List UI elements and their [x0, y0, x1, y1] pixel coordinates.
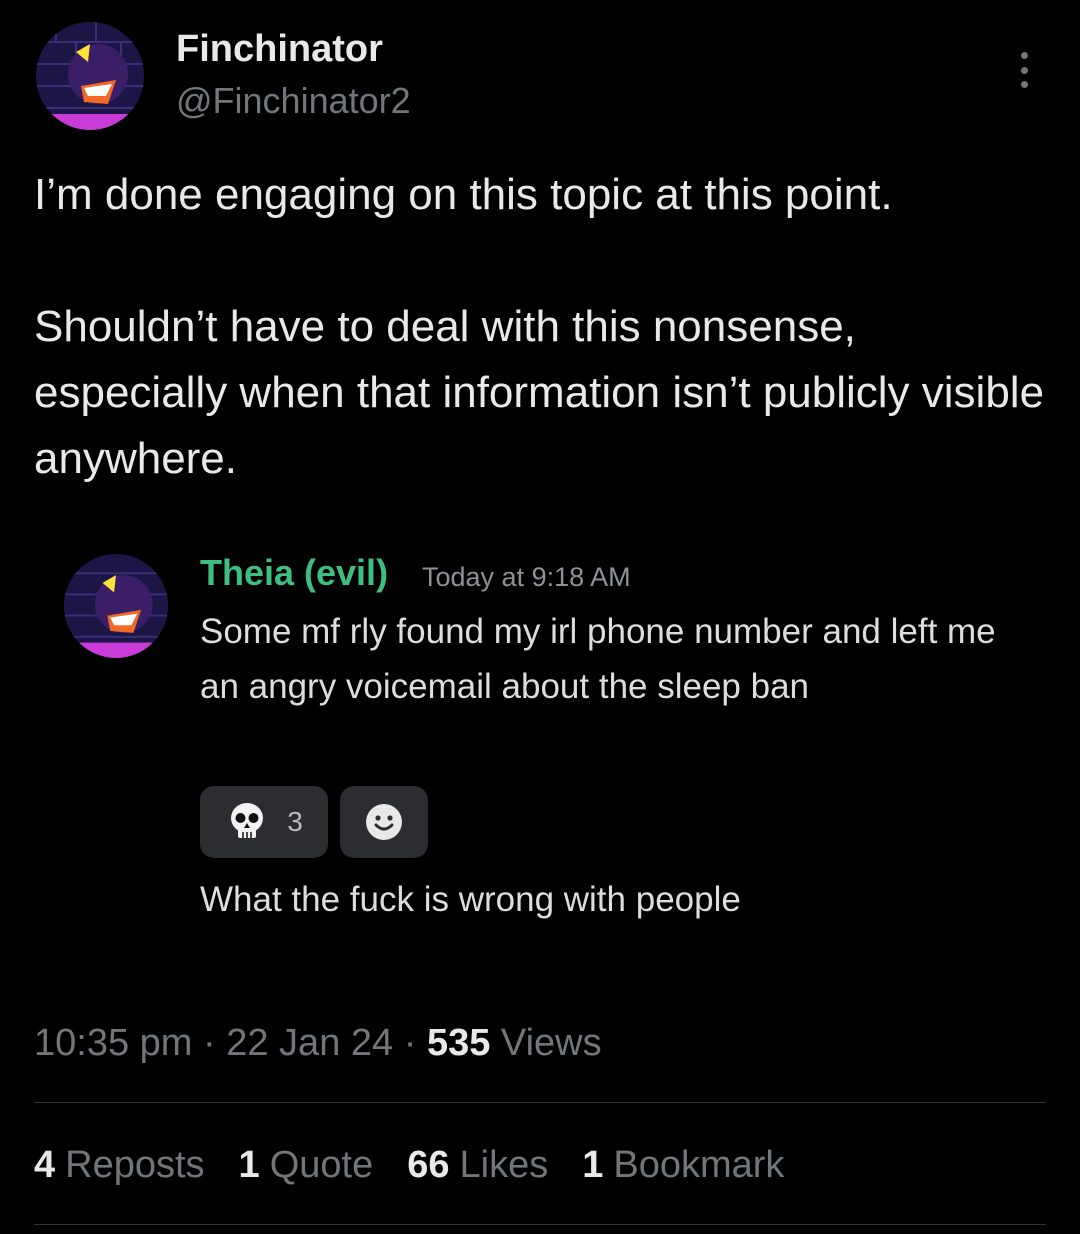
- embed-avatar: [64, 554, 168, 658]
- reposts-count: 4: [34, 1144, 56, 1186]
- likes-count: 66: [407, 1144, 450, 1186]
- reaction-count: 3: [287, 806, 303, 837]
- embed-username: Theia (evil): [200, 552, 389, 593]
- author-handle[interactable]: @Finchinator2: [176, 80, 411, 122]
- author-avatar[interactable]: [36, 22, 144, 130]
- embed-timestamp: Today at 9:18 AM: [422, 562, 631, 592]
- tweet-stats: 4 Reposts 1 Quote 66 Likes 1 Bookmark: [34, 1144, 784, 1187]
- meta-separator: ·: [403, 1022, 427, 1064]
- add-reaction-button: [340, 786, 428, 858]
- smiley-icon: [366, 804, 402, 840]
- more-options-icon[interactable]: [1010, 52, 1038, 88]
- reposts-stat[interactable]: 4 Reposts: [34, 1144, 205, 1187]
- embed-avatar-image: [64, 554, 168, 658]
- tweet-time[interactable]: 10:35 pm: [34, 1022, 192, 1064]
- quotes-count: 1: [238, 1144, 260, 1186]
- embed-followup-message: What the fuck is wrong with people: [200, 880, 741, 919]
- reaction-skull: 3: [200, 786, 328, 858]
- tweet-meta: 10:35 pm · 22 Jan 24 · 535 Views: [34, 1022, 602, 1065]
- quotes-label: Quote: [269, 1144, 374, 1186]
- author-display-name[interactable]: Finchinator: [176, 28, 383, 71]
- quotes-stat[interactable]: 1 Quote: [239, 1144, 374, 1187]
- embed-message: Some mf rly found my irl phone number an…: [200, 612, 996, 706]
- views-count: 535: [426, 1022, 491, 1064]
- bookmarks-count: 1: [582, 1144, 604, 1186]
- avatar-image: [36, 22, 144, 130]
- views-label: Views: [500, 1022, 602, 1064]
- skull-icon: [231, 803, 264, 838]
- likes-stat[interactable]: 66 Likes: [407, 1144, 548, 1187]
- reposts-label: Reposts: [65, 1144, 205, 1186]
- tweet-date[interactable]: 22 Jan 24: [226, 1022, 393, 1064]
- likes-label: Likes: [459, 1144, 549, 1186]
- tweet-text: I’m done engaging on this topic at this …: [34, 170, 1045, 483]
- divider: [34, 1224, 1046, 1225]
- bookmarks-label: Bookmark: [613, 1144, 785, 1186]
- divider: [34, 1102, 1046, 1103]
- meta-separator: ·: [203, 1022, 227, 1064]
- bookmarks-stat[interactable]: 1 Bookmark: [582, 1144, 784, 1187]
